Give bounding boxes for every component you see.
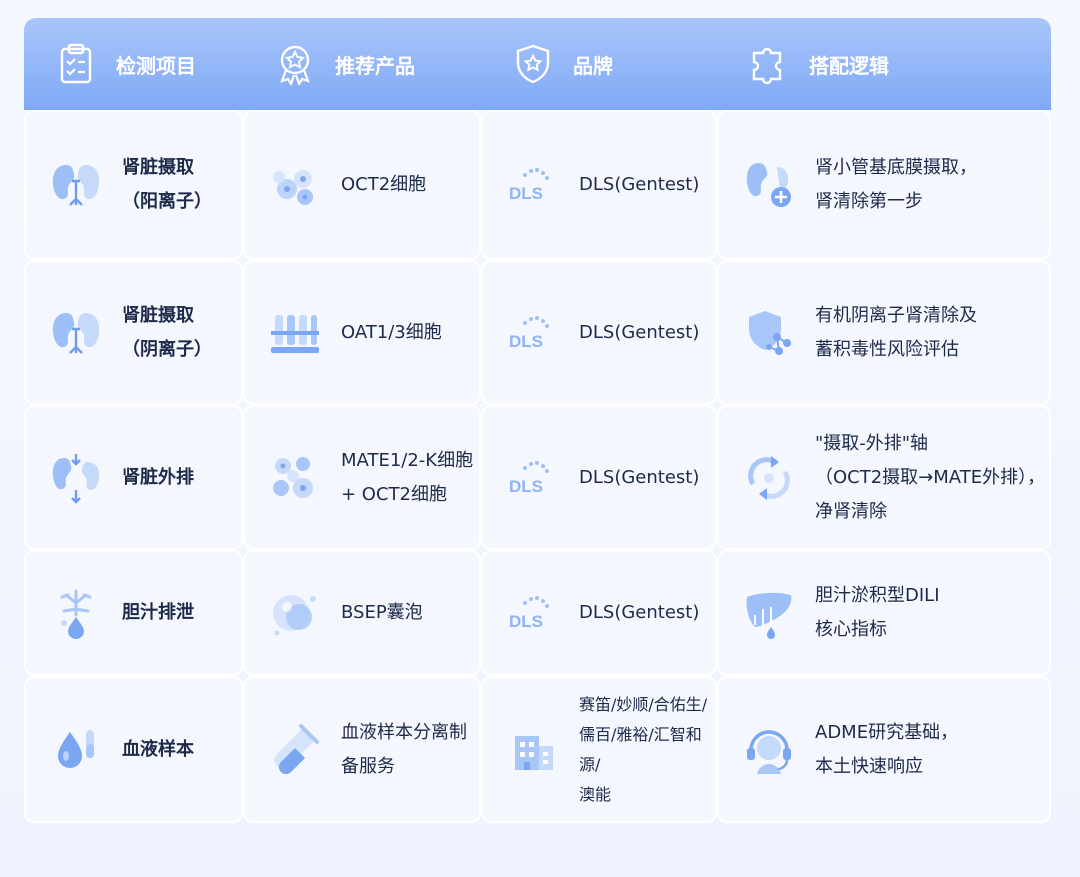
cells-cluster-icon [267,157,323,213]
logic-cell: 有机阴离子肾清除及 蓄积毒性风险评估 [717,260,1051,405]
item-cell: 肾脏摄取 （阴离子） [24,260,243,405]
brand-label: DLS(Gentest) [579,466,700,488]
vesicle-icon [267,585,323,641]
header-label: 搭配逻辑 [809,53,889,78]
product-cell: BSEP囊泡 [243,550,481,676]
product-cell: OAT1/3细胞 [243,260,481,405]
test-tube-rack-icon [267,305,323,361]
brand-cell: DLS DLS(Gentest) [481,110,717,260]
product-cell: 血液样本分离制 备服务 [243,676,481,823]
brand-label: DLS(Gentest) [579,174,700,195]
svg-text:DLS: DLS [509,612,543,631]
svg-text:DLS: DLS [509,477,543,496]
cycle-arrows-icon [741,450,797,506]
headset-support-icon [741,722,797,778]
dls-logo: DLS [505,585,561,641]
item-cell: 胆汁排泄 [24,550,243,676]
puzzle-icon [747,42,791,86]
item-label: 肾脏外排 [122,466,194,488]
shield-molecule-icon [741,305,797,361]
brand-label: 赛笛/妙顺/合佑生/ 儒百/雅裕/汇智和源/ 澳能 [579,694,708,804]
svg-text:DLS: DLS [509,184,543,203]
logic-label: 肾小管基底膜摄取， 肾清除第一步 [815,157,977,212]
header-label: 检测项目 [116,53,196,78]
brand-cell: DLS DLS(Gentest) [481,405,717,550]
logic-label: 胆汁淤积型DILI 核心指标 [815,585,940,640]
item-cell: 肾脏摄取 （阳离子） [24,110,243,260]
dls-logo: DLS [505,450,561,506]
header-label: 推荐产品 [335,53,415,78]
header-item: 检测项目 [24,18,243,110]
dls-logo: DLS [505,305,561,361]
product-label: BSEP囊泡 [341,602,423,623]
item-label: 肾脏摄取 （阴离子） [122,304,212,360]
logic-label: ADME研究基础， 本土快速响应 [815,721,959,777]
blood-drop-tube-icon [48,722,104,778]
kidney-plus-icon [741,157,797,213]
kidney-excretion-icon [48,450,104,506]
dls-logo: DLS [505,157,561,213]
logic-cell: 胆汁淤积型DILI 核心指标 [717,550,1051,676]
product-label: OCT2细胞 [341,174,427,195]
item-label: 胆汁排泄 [122,602,194,623]
brand-label: DLS(Gentest) [579,321,700,343]
brand-cell: DLS DLS(Gentest) [481,550,717,676]
logic-cell: 肾小管基底膜摄取， 肾清除第一步 [717,110,1051,260]
header-label: 品牌 [573,53,613,78]
test-tube-icon [267,722,323,778]
logic-cell: ADME研究基础， 本土快速响应 [717,676,1051,823]
item-label: 肾脏摄取 （阳离子） [122,157,212,212]
product-label: 血液样本分离制 备服务 [341,721,467,777]
cells-cluster-icon [267,450,323,506]
logic-label: "摄取-外排"轴 （OCT2摄取→MATE外排）， 净肾清除 [815,432,1046,522]
product-cell: MATE1/2-K细胞 + OCT2细胞 [243,405,481,550]
liver-icon [741,585,797,641]
award-badge-icon [273,42,317,86]
bile-duct-drop-icon [48,585,104,641]
product-label: OAT1/3细胞 [341,321,442,343]
product-cell: OCT2细胞 [243,110,481,260]
header-product: 推荐产品 [243,18,481,110]
header-logic: 搭配逻辑 [717,18,1051,110]
item-cell: 血液样本 [24,676,243,823]
brand-cell: 赛笛/妙顺/合佑生/ 儒百/雅裕/汇智和源/ 澳能 [481,676,717,823]
shield-star-icon [511,42,555,86]
item-label: 血液样本 [122,738,194,760]
kidney-icon [48,157,104,213]
item-cell: 肾脏外排 [24,405,243,550]
svg-text:DLS: DLS [509,332,543,351]
header-brand: 品牌 [481,18,717,110]
building-icon [505,722,561,778]
logic-cell: "摄取-外排"轴 （OCT2摄取→MATE外排）， 净肾清除 [717,405,1051,550]
product-label: MATE1/2-K细胞 + OCT2细胞 [341,449,474,505]
kidney-icon [48,305,104,361]
comparison-table: 检测项目 推荐产品 品牌 搭配逻辑 肾脏摄取 （阳离子） OCT2细胞 DLS [24,18,1051,823]
brand-cell: DLS DLS(Gentest) [481,260,717,405]
brand-label: DLS(Gentest) [579,602,700,623]
clipboard-check-icon [54,42,98,86]
logic-label: 有机阴离子肾清除及 蓄积毒性风险评估 [815,304,977,360]
